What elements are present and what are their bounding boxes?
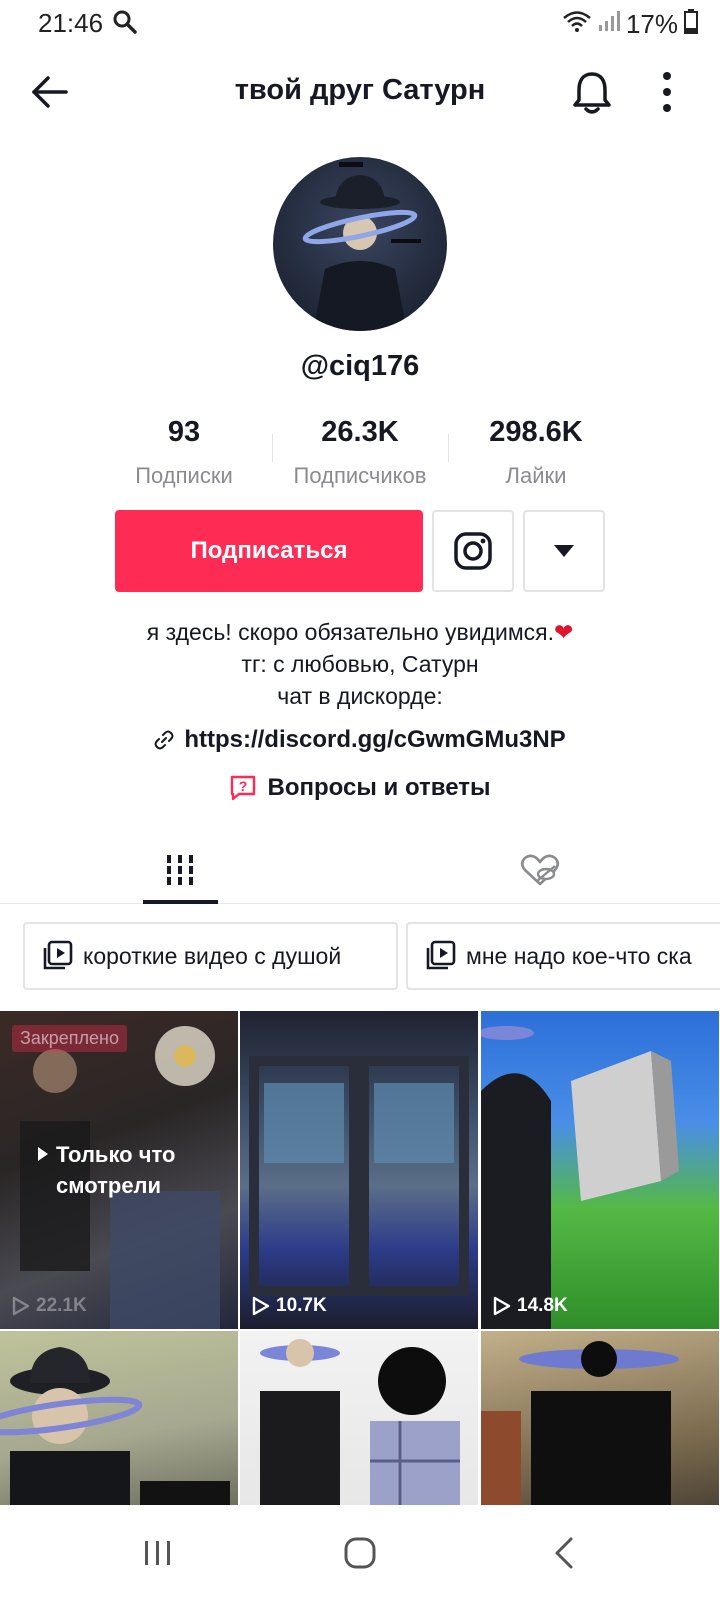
profile-stats: 93 Подписки 26.3K Подписчиков 298.6K Лай… (96, 412, 624, 492)
system-back-button[interactable] (545, 1533, 585, 1573)
followers-stat[interactable]: 26.3K Подписчиков (272, 412, 448, 492)
play-outline-icon (12, 1296, 30, 1316)
pinned-badge: Закреплено (12, 1025, 127, 1052)
video-thumbnail[interactable] (481, 1331, 719, 1506)
view-count: 14.8K (493, 1295, 568, 1317)
bio-line-3: чат в дискорде: (277, 683, 443, 709)
playlist-title: короткие видео с душой (83, 942, 342, 969)
triangle-down-icon (554, 545, 574, 557)
bio-line-2: тг: с любовью, Сатурн (241, 651, 479, 677)
battery-icon (684, 8, 698, 41)
link-icon (154, 730, 174, 750)
system-navigation-bar (0, 1505, 720, 1600)
playlist-chip[interactable]: короткие видео с душой (23, 922, 398, 990)
recently-watched-label: Только что смотрели (56, 1142, 176, 1198)
video-thumbnail[interactable] (0, 1331, 238, 1506)
playlist-icon (43, 940, 73, 970)
tab-liked[interactable] (360, 836, 720, 904)
video-thumbnail[interactable]: 10.7K (240, 1011, 478, 1329)
play-small-icon (38, 1147, 48, 1161)
view-count: 22.1K (12, 1295, 87, 1317)
heart-emoji-icon: ❤ (554, 619, 574, 645)
profile-link[interactable]: https://discord.gg/cGwmGMu3NP (0, 726, 720, 754)
recent-apps-button[interactable] (138, 1533, 178, 1573)
likes-label: Лайки (505, 463, 567, 488)
playlist-icon (426, 940, 456, 970)
question-bubble-icon: ? (230, 775, 255, 801)
home-button[interactable] (340, 1533, 380, 1573)
thumbnail-art (249, 1056, 469, 1296)
followers-count: 26.3K (321, 416, 399, 448)
video-thumbnail[interactable]: Закреплено Только что смотрели 22.1K (0, 1011, 238, 1329)
thumbnail-art (481, 1341, 679, 1506)
likes-stat[interactable]: 298.6K Лайки (448, 412, 624, 492)
thumbnail-art (260, 1339, 460, 1506)
video-thumbnail[interactable] (240, 1331, 478, 1506)
thumbnail-art (0, 1347, 230, 1506)
profile-bio: я здесь! скоро обязательно увидимся.❤ тг… (0, 616, 720, 712)
chevron-left-icon (555, 1537, 573, 1569)
suggested-accounts-button[interactable] (523, 510, 605, 592)
play-outline-icon (252, 1296, 270, 1316)
instagram-button[interactable] (432, 510, 514, 592)
play-outline-icon (493, 1296, 511, 1316)
following-stat[interactable]: 93 Подписки (96, 412, 272, 492)
instagram-icon (454, 532, 492, 570)
thumbnail-art (481, 1026, 679, 1329)
notifications-button[interactable] (570, 68, 614, 116)
follow-button[interactable]: Подписаться (115, 510, 423, 592)
svg-text:?: ? (238, 778, 247, 794)
home-icon (344, 1537, 376, 1569)
recent-apps-icon (145, 1541, 170, 1565)
bio-line-1: я здесь! скоро обязательно увидимся.❤ (146, 619, 574, 645)
username: @ciq176 (300, 350, 420, 382)
battery-percent: 17% (625, 9, 678, 39)
bell-icon (573, 72, 611, 114)
followers-label: Подписчиков (293, 463, 427, 488)
status-time: 21:46 (38, 8, 104, 38)
likes-count: 298.6K (489, 416, 583, 448)
hidden-heart-icon (520, 854, 560, 886)
active-tab-indicator (143, 900, 218, 904)
video-thumbnail[interactable]: 14.8K (481, 1011, 719, 1329)
view-count: 10.7K (252, 1295, 327, 1317)
search-status-icon (112, 9, 138, 40)
status-bar: 21:46 17% (0, 0, 720, 44)
tab-videos[interactable] (0, 836, 360, 904)
vertical-dots-icon (663, 72, 671, 112)
link-text[interactable]: https://discord.gg/cGwmGMu3NP (184, 726, 565, 754)
profile-tabs (0, 836, 720, 904)
playlists-row: короткие видео с душой мне надо кое-что … (23, 922, 720, 992)
signal-icon (598, 9, 620, 40)
more-options-button[interactable] (650, 68, 684, 116)
qa-link[interactable]: ? Вопросы и ответы (0, 774, 720, 802)
playlist-chip[interactable]: мне надо кое-что ска (406, 922, 720, 990)
wifi-icon (562, 9, 592, 40)
profile-header: твой друг Сатурн (0, 56, 720, 126)
grid-bars-icon (167, 855, 193, 885)
qa-label[interactable]: Вопросы и ответы (268, 774, 491, 802)
avatar[interactable] (273, 157, 447, 331)
following-label: Подписки (135, 463, 233, 488)
playlist-title: мне надо кое-что ска (466, 942, 692, 969)
video-grid: Закреплено Только что смотрели 22.1K 10.… (0, 1011, 720, 1506)
following-count: 93 (167, 416, 201, 448)
